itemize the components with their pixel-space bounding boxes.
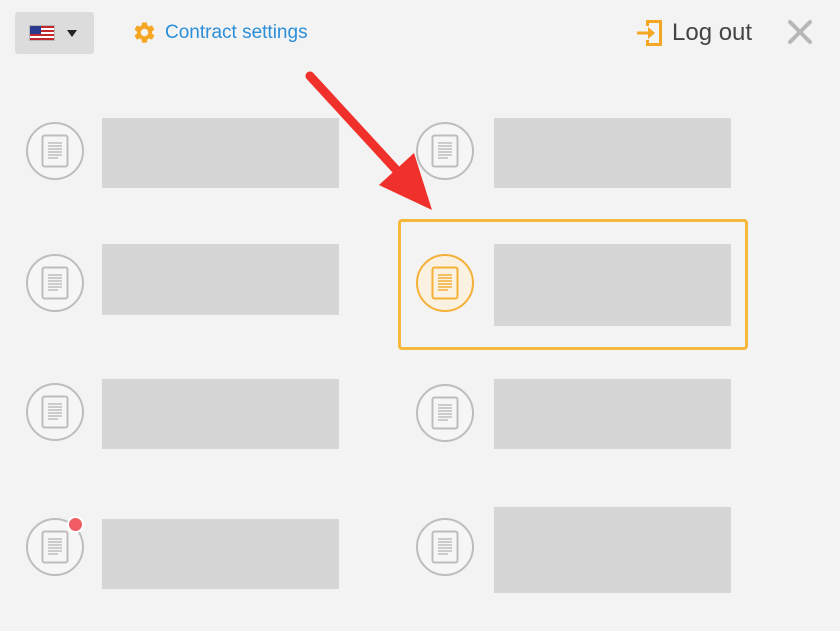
logout-label: Log out [672,19,753,46]
contract-settings-label: Contract settings [165,21,308,43]
grid-item-placeholder[interactable] [494,379,731,449]
grid-item-placeholder-selected[interactable] [494,244,731,326]
document-icon [431,396,459,430]
us-flag-icon [29,25,55,41]
grid-item-icon[interactable] [416,122,474,180]
document-icon [41,266,69,300]
grid-item-icon[interactable] [26,516,84,576]
caret-down-icon [67,29,77,37]
logout-button[interactable]: Log out [634,17,752,49]
grid-item-icon-selected[interactable] [416,254,474,312]
grid-item-placeholder[interactable] [102,519,339,589]
document-icon [431,266,459,300]
grid-item-placeholder[interactable] [102,379,339,449]
close-icon[interactable] [785,17,815,47]
document-icon [431,530,459,564]
grid-item-icon[interactable] [26,383,84,441]
grid-item-icon[interactable] [26,122,84,180]
grid-item-icon[interactable] [26,254,84,312]
grid-item-icon[interactable] [416,518,474,576]
contract-settings-link[interactable]: Contract settings [132,20,308,45]
document-icon [431,134,459,168]
grid-item-icon[interactable] [416,384,474,442]
grid-item-placeholder[interactable] [494,507,731,593]
grid-item-placeholder[interactable] [102,118,339,188]
document-icon [41,395,69,429]
document-icon [41,530,69,564]
document-icon [41,134,69,168]
grid-item-placeholder[interactable] [102,244,339,315]
grid-item-placeholder[interactable] [494,118,731,188]
language-selector[interactable] [15,12,94,54]
logout-icon [637,20,662,46]
gear-icon [134,22,155,43]
notification-badge [67,516,84,533]
